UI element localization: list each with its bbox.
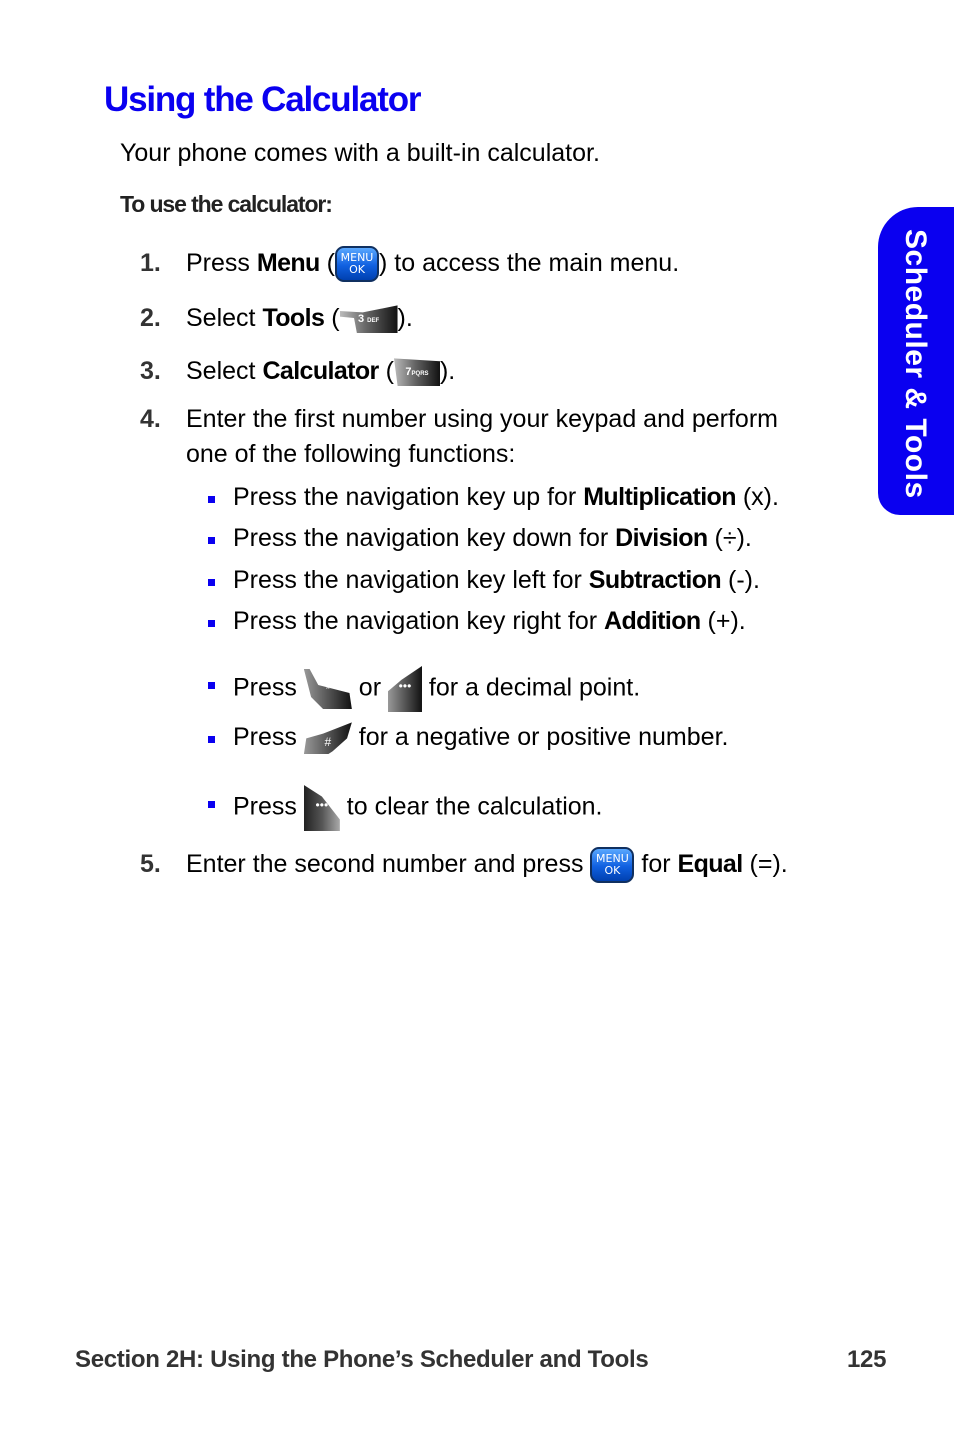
intro-text: Your phone comes with a built-in calcula… [120,139,600,167]
section-side-tab: Scheduler & Tools [878,207,954,515]
star-shift-key-icon: * [303,669,352,709]
step-text: ( [319,249,336,277]
step-text: Select [186,304,263,332]
menu-ok-key-icon: MENU OK [335,246,380,283]
step-number: 4. [140,405,161,433]
key-3-icon: 3 DEF [339,305,398,334]
bullet-marker [208,736,215,743]
step-number: 2. [140,304,161,332]
bullet-marker [208,682,215,689]
operation-label: Addition [604,607,701,635]
operation-label: Multiplication [583,483,736,511]
bullet-marker [208,620,215,627]
step-text: ) to access the main menu. [379,249,680,277]
menu-ok-key-icon: MENU OK [590,847,635,884]
step-text: Press [186,249,257,277]
step-number: 3. [140,357,161,385]
side-tab-label: Scheduler & Tools [899,229,932,499]
step-text: Enter the first number using your keypad… [186,405,778,433]
bullet-marker [208,537,215,544]
key-7-icon: 7PQRS [393,358,440,387]
procedure-heading: To use the calculator: [120,191,333,217]
left-softkey-icon: ••• [303,785,340,831]
bullet-marker [208,496,215,503]
calculator-label: Calculator [262,357,379,385]
step-text: ). [439,357,456,385]
step-text: one of the following functions: [186,440,516,468]
step-number: 5. [140,850,161,878]
menu-label: Menu [256,249,320,277]
step-text: ( [378,357,394,385]
operation-label: Subtraction [588,566,722,594]
bullet-marker [208,579,215,586]
page-title: Using the Calculator [104,80,422,119]
right-softkey-icon: ••• [387,666,422,712]
hash-space-key-icon: # [303,722,352,755]
operation-label: Division [615,524,708,552]
equal-label: Equal [677,850,744,878]
step-text: (=). [742,850,788,878]
step-text: ). [397,304,413,332]
step-number: 1. [140,249,161,277]
step-text: for [634,850,678,878]
step-text: Select [186,357,263,385]
bullet-marker [208,801,215,808]
step-text: ( [324,304,340,332]
step-text: Enter the second number and press [186,850,591,878]
tools-label: Tools [262,304,325,332]
page-number: 125 [847,1346,887,1373]
footer-section-title: Section 2H: Using the Phone’s Scheduler … [75,1346,649,1373]
